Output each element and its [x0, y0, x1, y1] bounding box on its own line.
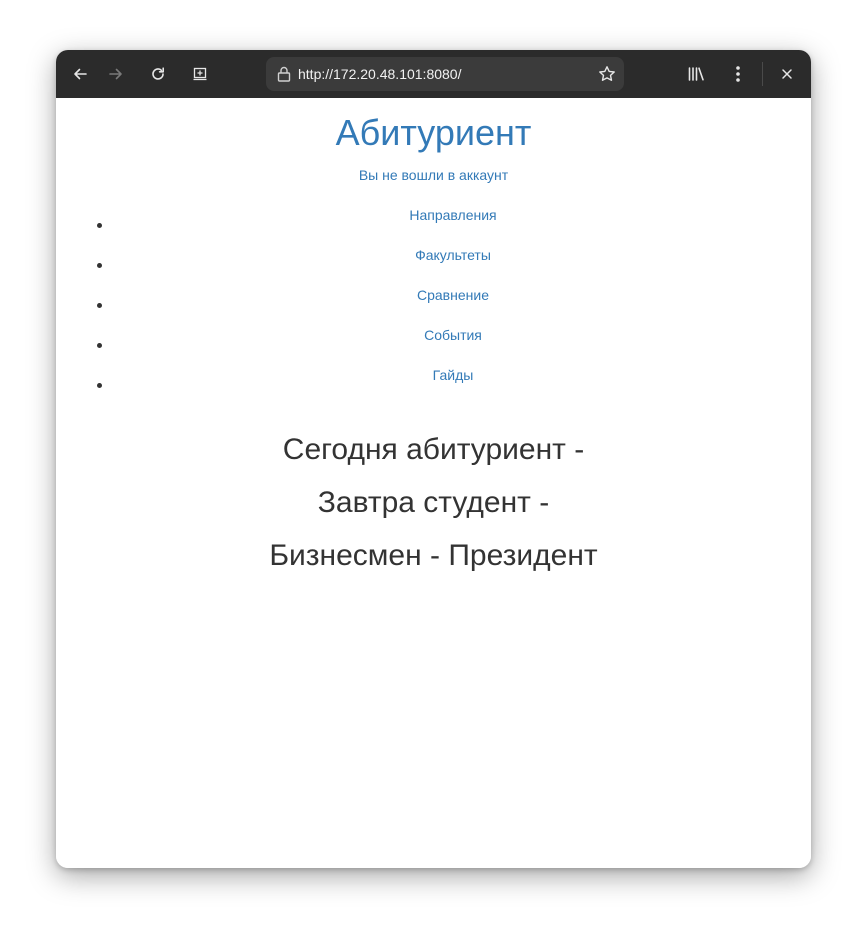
slogan-line-1: Сегодня абитуриент -: [282, 433, 585, 466]
forward-button[interactable]: [104, 62, 128, 86]
bullet: [97, 263, 102, 268]
nav-link-faculties[interactable]: Факультеты: [116, 246, 790, 264]
menu-button[interactable]: [726, 62, 750, 86]
reload-button[interactable]: [146, 62, 170, 86]
nav-item-faculties: Факультеты: [56, 244, 811, 284]
nav-link-comparison[interactable]: Сравнение: [116, 286, 790, 304]
arrow-left-icon: [74, 68, 87, 80]
page-content: Абитуриент Вы не вошли в аккаунт Направл…: [56, 98, 811, 868]
nav-link-directions[interactable]: Направления: [116, 206, 790, 224]
browser-window: http://172.20.48.101:8080/ Абитуриент Вы…: [56, 50, 811, 868]
nav-list: Направления Факультеты Сравнение События…: [56, 204, 811, 404]
nav-item-directions: Направления: [56, 204, 811, 244]
back-button[interactable]: [68, 62, 92, 86]
close-icon: [782, 69, 792, 79]
screenshot-button[interactable]: [188, 62, 212, 86]
toolbar-separator: [762, 62, 763, 86]
nav-link-guides[interactable]: Гайды: [116, 366, 790, 384]
nav-link-events[interactable]: События: [116, 326, 790, 344]
screenshot-icon: [193, 67, 207, 81]
nav-item-comparison: Сравнение: [56, 284, 811, 324]
browser-toolbar: http://172.20.48.101:8080/: [56, 50, 811, 98]
bullet: [97, 383, 102, 388]
login-status-link[interactable]: Вы не вошли в аккаунт: [56, 166, 811, 184]
lock-icon: [277, 66, 291, 82]
page-title: Абитуриент: [335, 112, 532, 153]
url-text[interactable]: http://172.20.48.101:8080/: [298, 57, 461, 91]
library-button[interactable]: [684, 62, 708, 86]
address-bar[interactable]: http://172.20.48.101:8080/: [266, 57, 624, 91]
library-icon: [688, 67, 704, 81]
bullet: [97, 343, 102, 348]
reload-icon: [152, 67, 164, 80]
slogan-line-3: Бизнесмен - Президент: [269, 539, 598, 572]
kebab-menu-icon: [736, 66, 740, 82]
slogan-line-2: Завтра студент -: [317, 486, 550, 519]
bullet: [97, 303, 102, 308]
arrow-right-icon: [109, 68, 122, 80]
close-button[interactable]: [775, 62, 799, 86]
nav-item-guides: Гайды: [56, 364, 811, 404]
slogan: Сегодня абитуриент - Завтра студент - Би…: [56, 428, 811, 587]
nav-item-events: События: [56, 324, 811, 364]
bullet: [97, 223, 102, 228]
star-icon[interactable]: [598, 65, 616, 83]
